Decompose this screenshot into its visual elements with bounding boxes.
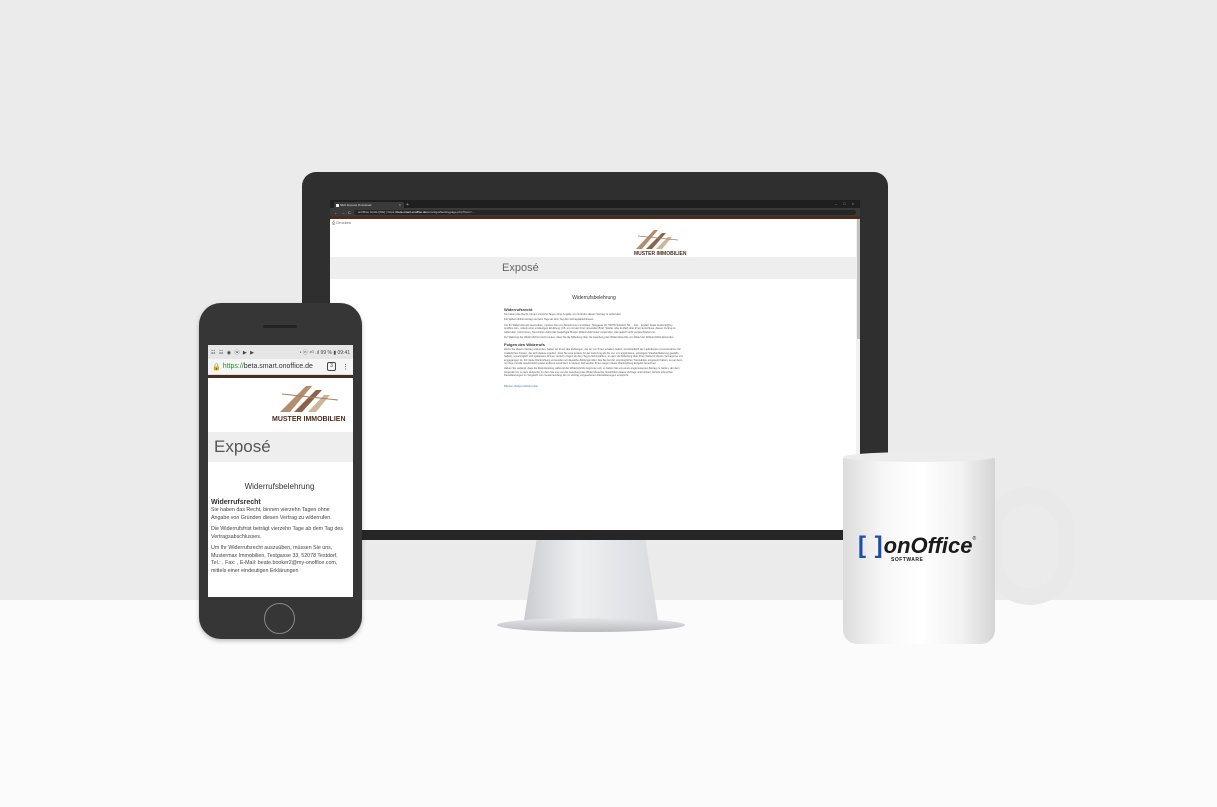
new-tab-button[interactable]: +: [406, 202, 412, 208]
paragraph: Wenn Sie diesen Vertrag widerrufen, habe…: [504, 348, 683, 366]
monitor-chin: [302, 530, 888, 540]
notification-icons: ☷ ☷ ◉ ⓦ ▶ ▶: [211, 349, 255, 356]
page-title: Exposé: [214, 437, 271, 456]
page-title: Exposé: [502, 262, 539, 274]
paragraph: Haben Sie verlangt, dass die Dienstleist…: [504, 367, 680, 378]
browser-address-bar: ← → C onOffice GmbH [DE] | https://beta.…: [330, 208, 860, 216]
tab-close-icon[interactable]: ×: [399, 202, 401, 208]
mobile-url-field[interactable]: https://beta.smart.onoffice.de: [223, 363, 325, 370]
company-logo-area: MUSTER IMMOBILIEN: [208, 378, 353, 426]
paragraph: Sie haben das Recht, binnen vierzehn Tag…: [211, 507, 332, 521]
desktop-browser-window: SEO Exposé Download × + – □ × ← → C onOf…: [330, 200, 860, 530]
document-body: Widerrufsbelehrung Widerrufsrecht Sie ha…: [330, 279, 860, 388]
company-logo-text: MUSTER IMMOBILIEN: [634, 251, 687, 257]
scrollbar-thumb[interactable]: [856, 219, 860, 339]
maximize-button[interactable]: □: [843, 200, 845, 208]
bracket-logo-icon: [ ]: [858, 532, 884, 559]
forward-button[interactable]: →: [341, 210, 345, 215]
document-body: Widerrufsbelehrung Widerrufsrecht Sie ha…: [208, 462, 353, 575]
browser-tab[interactable]: SEO Exposé Download ×: [334, 202, 404, 208]
mobile-status-bar: ☷ ☷ ◉ ⓦ ▶ ▶ ◔ ⓝ ⁴ᴳ .ıl 99 % ▮ 09:41: [208, 345, 353, 359]
browser-tab-bar: SEO Exposé Download × + – □ ×: [330, 200, 860, 208]
url-field[interactable]: onOffice GmbH [DE] | https://beta.smart.…: [353, 209, 856, 215]
phone-speaker: [263, 325, 297, 328]
desktop-monitor: SEO Exposé Download × + – □ × ← → C onOf…: [302, 172, 888, 540]
page-title-band: Exposé: [330, 257, 860, 279]
document-heading: Widerrufsbelehrung: [572, 295, 616, 301]
minimize-button[interactable]: –: [835, 200, 837, 208]
section-heading: Widerrufsrecht: [211, 499, 261, 506]
onoffice-logo: [ ] onOffice ®: [858, 532, 976, 560]
mug-handle: [985, 487, 1075, 605]
company-logo-text: MUSTER IMMOBILIEN: [272, 416, 346, 423]
url-path: /smart/gui/landingpage.php?form=...: [426, 209, 475, 214]
paragraph: Um Ihr Widerrufsrecht auszuüben, müssen …: [211, 545, 338, 574]
url-prefix: onOffice GmbH [DE] | https://: [357, 209, 397, 214]
paragraph: Zur Wahrung der Widerrufsfrist reicht es…: [504, 336, 675, 340]
url-scheme: https://: [222, 363, 244, 370]
tab-title: SEO Exposé Download: [340, 203, 372, 207]
print-link[interactable]: ⎙ Drucken: [330, 219, 860, 227]
mobile-address-bar: 🔒 https://beta.smart.onoffice.de 3 ⋮: [208, 359, 353, 375]
withdrawal-form-link[interactable]: Muster-Widerrufsformular: [504, 384, 860, 388]
system-status: ◔ ⓝ ⁴ᴳ .ıl 99 % ▮ 09:41: [298, 349, 350, 356]
paragraph: Um Ihr Widerrufsrecht auszuüben, müssen …: [504, 323, 676, 334]
paragraph: Sie haben das Recht, binnen vierzehn Tag…: [504, 313, 622, 316]
lock-icon: 🔒: [212, 363, 221, 371]
paragraph: Die Widerrufsfrist beträgt vierzehn Tage…: [504, 318, 595, 322]
close-window-button[interactable]: ×: [852, 200, 854, 208]
window-controls: – □ ×: [835, 200, 860, 208]
mobile-browser-window: ☷ ☷ ◉ ⓦ ▶ ▶ ◔ ⓝ ⁴ᴳ .ıl 99 % ▮ 09:41 🔒 ht…: [208, 345, 353, 597]
tab-switcher-button[interactable]: 3: [327, 362, 336, 371]
mug-rim: [843, 452, 995, 462]
favicon-icon: [336, 203, 339, 207]
company-logo-area: MUSTER IMMOBILIEN: [330, 227, 860, 257]
page-title-band: Exposé: [208, 432, 353, 462]
overflow-menu-icon[interactable]: ⋮: [342, 363, 349, 371]
back-button[interactable]: ←: [334, 210, 338, 215]
print-label: Drucken: [336, 220, 352, 225]
section-heading: Folgen des Widerrufs: [504, 342, 545, 348]
url-host: beta.smart.onoffice.de: [396, 209, 427, 214]
section-heading: Widerrufsrecht: [504, 307, 533, 312]
company-logo: MUSTER IMMOBILIEN: [272, 386, 346, 423]
brand-tagline: SOFTWARE: [891, 557, 924, 563]
brand-name: onOffice: [883, 533, 973, 558]
trademark: ®: [972, 536, 977, 542]
document-heading: Widerrufsbelehrung: [244, 482, 315, 491]
paragraph: Die Widerrufsfrist beträgt vierzehn Tage…: [211, 526, 343, 540]
company-logo: MUSTER IMMOBILIEN: [634, 230, 687, 257]
smartphone: ☷ ☷ ◉ ⓦ ▶ ▶ ◔ ⓝ ⁴ᴳ .ıl 99 % ▮ 09:41 🔒 ht…: [199, 303, 362, 639]
monitor-stand-base: [497, 618, 685, 632]
url-host: beta.smart.onoffice.de: [243, 363, 313, 370]
reload-button[interactable]: C: [348, 210, 351, 215]
home-button[interactable]: [264, 603, 295, 634]
monitor-stand-neck: [523, 540, 659, 626]
